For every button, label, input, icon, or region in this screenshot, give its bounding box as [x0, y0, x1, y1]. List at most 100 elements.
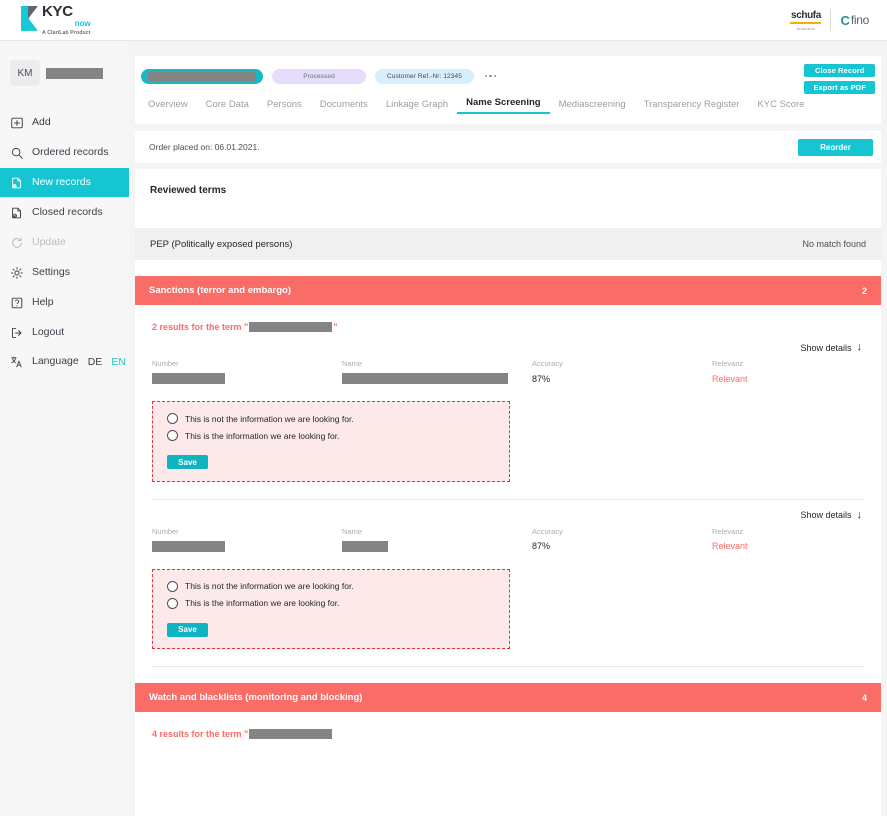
- sidebar-nav: Add Ordered records New records Closed r…: [0, 108, 129, 376]
- cell-accuracy: 87%: [532, 541, 551, 551]
- refresh-icon: [12, 236, 22, 248]
- arrow-down-icon: ↓: [856, 508, 863, 521]
- watchlists-section-header[interactable]: Watch and blacklists (monitoring and blo…: [135, 683, 881, 712]
- new-record-icon: [12, 177, 21, 188]
- more-options-icon[interactable]: [484, 74, 497, 78]
- radio-button-icon[interactable]: [167, 430, 178, 441]
- sidebar-item-new-records[interactable]: New records: [0, 168, 129, 197]
- language-icon: [11, 355, 22, 367]
- watchlists-results-prefix: 4 results for the term ": [152, 729, 249, 739]
- sanctions-section-header[interactable]: Sanctions (terror and embargo) 2: [135, 276, 881, 305]
- sidebar-item-label: Update: [32, 236, 66, 249]
- schufa-underline-icon: [790, 21, 822, 24]
- schufa-logo: schufa business: [790, 10, 822, 31]
- fino-mark-icon: C: [840, 12, 850, 28]
- save-button[interactable]: Save: [167, 622, 208, 637]
- record-header-row: Processed Customer Ref.-Nr: 12345: [135, 56, 881, 88]
- sidebar-item-closed-records[interactable]: Closed records: [0, 198, 129, 227]
- sanctions-term-redacted: [249, 322, 333, 332]
- sidebar-item-help[interactable]: Help: [0, 288, 129, 317]
- tab-mediascreening[interactable]: Mediascreening: [550, 99, 635, 114]
- tab-linkage-graph[interactable]: Linkage Graph: [377, 99, 457, 114]
- name-screening-panel: Reviewed terms PEP (Politically exposed …: [135, 169, 881, 816]
- sidebar-item-add[interactable]: Add: [0, 108, 129, 137]
- brand-tagline: A ClariLab Product: [42, 29, 91, 36]
- reorder-button[interactable]: Reorder: [798, 138, 873, 156]
- search-icon: [11, 147, 23, 159]
- radio-option-not-looking-for[interactable]: This is not the information we are looki…: [167, 580, 509, 592]
- radio-option-label: This is the information we are looking f…: [185, 598, 340, 608]
- cell-number-redacted: [152, 373, 225, 384]
- pep-label: PEP (Politically exposed persons): [150, 238, 293, 250]
- show-details-toggle[interactable]: Show details ↓: [135, 342, 881, 353]
- tab-transparency-register[interactable]: Transparency Register: [635, 99, 749, 114]
- gear-icon: [11, 266, 23, 279]
- kyc-logo-icon: [21, 5, 38, 31]
- language-option-de[interactable]: DE: [88, 356, 103, 368]
- fino-logo: C fino: [840, 13, 869, 27]
- cell-relevanz: Relevant: [712, 541, 748, 551]
- close-record-button[interactable]: Close Record: [804, 64, 875, 77]
- radio-button-icon[interactable]: [167, 580, 178, 592]
- tab-documents[interactable]: Documents: [311, 99, 377, 114]
- tab-persons[interactable]: Persons: [258, 99, 311, 114]
- kyc-now-application: KYC now A ClariLab Product schufa busine…: [0, 0, 887, 816]
- watchlists-results-summary: 4 results for the term ": [135, 712, 881, 739]
- column-header-relevanz: Relevanz: [712, 526, 744, 536]
- user-profile[interactable]: KM: [10, 60, 129, 86]
- partner-logos: schufa business C fino: [790, 9, 887, 31]
- cell-name-redacted: [342, 373, 508, 384]
- language-option-en[interactable]: EN: [111, 356, 126, 368]
- radio-button-icon[interactable]: [167, 413, 178, 424]
- sidebar: KM Add Ordered records New records Close…: [0, 41, 129, 816]
- record-header-card: Processed Customer Ref.-Nr: 12345 Overvi…: [135, 56, 881, 124]
- sidebar-item-label: Ordered records: [32, 146, 109, 159]
- table-row: Number Name Accuracy Relevanz 87% Releva…: [135, 521, 881, 552]
- closed-record-icon: [12, 207, 21, 218]
- sidebar-item-logout[interactable]: Logout: [0, 318, 129, 347]
- tab-overview[interactable]: Overview: [139, 99, 197, 114]
- watchlists-label: Watch and blacklists (monitoring and blo…: [149, 692, 363, 703]
- column-header-name: Name: [342, 359, 363, 368]
- sanctions-label: Sanctions (terror and embargo): [149, 285, 291, 296]
- column-header-name: Name: [342, 526, 363, 536]
- record-title-pill[interactable]: [141, 68, 263, 84]
- record-actions: Close Record Export as PDF: [804, 64, 875, 94]
- sanctions-results-suffix: ": [333, 322, 338, 332]
- column-header-relevanz: Relevanz: [712, 359, 744, 368]
- tab-core-data[interactable]: Core Data: [197, 99, 258, 114]
- sanctions-results-prefix: 2 results for the term ": [152, 322, 249, 332]
- column-header-number: Number: [152, 359, 179, 368]
- sanctions-count: 2: [861, 285, 867, 296]
- radio-option-label: This is not the information we are looki…: [185, 413, 354, 424]
- show-details-label: Show details: [800, 510, 852, 520]
- arrow-down-icon: ↓: [856, 341, 863, 353]
- sidebar-item-label: Help: [32, 296, 54, 309]
- radio-button-icon[interactable]: [167, 597, 178, 609]
- sidebar-item-ordered-records[interactable]: Ordered records: [0, 138, 129, 167]
- save-button[interactable]: Save: [167, 455, 208, 469]
- pep-section-row[interactable]: PEP (Politically exposed persons) No mat…: [135, 228, 881, 260]
- cell-accuracy: 87%: [532, 373, 551, 384]
- logout-icon: [11, 327, 22, 338]
- sidebar-item-label: Logout: [32, 326, 65, 339]
- sidebar-item-settings[interactable]: Settings: [0, 258, 129, 287]
- export-as-pdf-button[interactable]: Export as PDF: [804, 81, 875, 94]
- radio-option-looking-for[interactable]: This is the information we are looking f…: [167, 597, 509, 609]
- sidebar-item-update[interactable]: Update: [0, 228, 129, 257]
- match-decision-box: This is not the information we are looki…: [152, 401, 510, 482]
- show-details-toggle[interactable]: Show details ↓: [135, 508, 881, 521]
- brand-name: KYC: [42, 2, 73, 20]
- tab-kyc-score[interactable]: KYC Score: [748, 99, 813, 114]
- sidebar-item-label: New records: [32, 176, 91, 189]
- radio-option-label: This is not the information we are looki…: [185, 581, 354, 591]
- sidebar-item-label: Add: [32, 116, 51, 129]
- radio-option-looking-for[interactable]: This is the information we are looking f…: [167, 430, 509, 441]
- radio-option-not-looking-for[interactable]: This is not the information we are looki…: [167, 413, 509, 424]
- brand-logo[interactable]: KYC now A ClariLab Product: [0, 4, 91, 36]
- sidebar-item-label: Closed records: [32, 206, 103, 219]
- brand-name-sub: now: [74, 18, 91, 28]
- reviewed-terms-list: [135, 196, 881, 218]
- cell-number-redacted: [152, 540, 225, 552]
- tab-name-screening[interactable]: Name Screening: [457, 97, 550, 114]
